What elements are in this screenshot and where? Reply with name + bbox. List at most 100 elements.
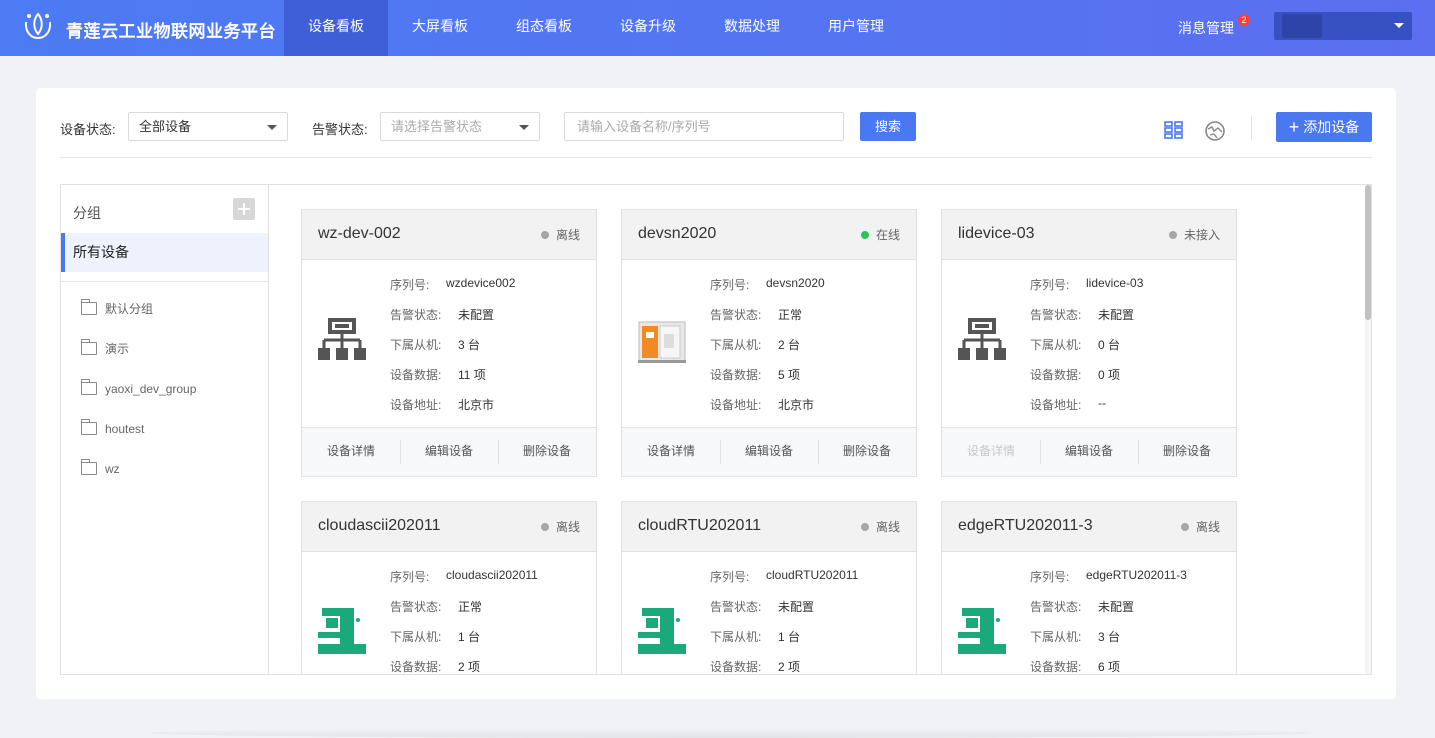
- nav-device-upgrade[interactable]: 设备升级: [596, 0, 700, 56]
- device-detail-button[interactable]: 设备详情: [302, 428, 400, 477]
- chevron-down-icon: [1394, 23, 1404, 28]
- device-detail-button[interactable]: 设备详情: [622, 428, 720, 477]
- device-status-label: 设备状态:: [60, 122, 116, 137]
- field-label-alarm: 告警状态:: [1030, 600, 1082, 614]
- alarm-status-placeholder: 请选择告警状态: [391, 119, 483, 134]
- field-value-serial: devsn2020: [766, 276, 825, 290]
- delete-device-button[interactable]: 删除设备: [498, 428, 596, 477]
- device-status-select[interactable]: 全部设备: [128, 112, 288, 141]
- status-text: 未接入: [1183, 228, 1220, 242]
- messages-link[interactable]: 消息管理: [1178, 18, 1234, 38]
- toolbar-divider: [1251, 116, 1252, 140]
- field-label-slaves: 下属从机:: [1030, 338, 1082, 352]
- device-card[interactable]: cloudascii202011 离线 序列号: cloudascii202011 告警…: [301, 501, 597, 674]
- device-status: 离线: [540, 226, 580, 243]
- cnc-machine-icon: [638, 316, 686, 364]
- sidebar-group-label: wz: [105, 462, 120, 476]
- device-card-header: cloudascii202011 离线: [302, 502, 596, 552]
- brand-title[interactable]: 青莲云工业物联网业务平台: [66, 17, 276, 42]
- field-value-alarm: 未配置: [458, 308, 495, 322]
- add-group-icon[interactable]: [233, 198, 255, 220]
- device-detail-button[interactable]: 设备详情: [942, 428, 1040, 477]
- device-name[interactable]: wz-dev-002: [318, 225, 401, 243]
- sidebar-group-label: 默认分组: [105, 302, 154, 316]
- field-value-data: 6 项: [1098, 660, 1121, 674]
- field-value-slaves: 2 台: [778, 338, 801, 352]
- folder-icon: [81, 419, 97, 435]
- caret-down-icon: [519, 125, 529, 130]
- device-name[interactable]: cloudRTU202011: [638, 517, 761, 535]
- field-label-data: 设备数据:: [1030, 660, 1082, 674]
- edit-device-button[interactable]: 编辑设备: [720, 428, 818, 477]
- status-dot: [540, 523, 549, 531]
- edit-device-button[interactable]: 编辑设备: [400, 428, 498, 477]
- folder-icon: [81, 379, 97, 395]
- device-name[interactable]: devsn2020: [638, 225, 716, 243]
- sidebar-group-label: houtest: [105, 422, 145, 436]
- device-card[interactable]: cloudRTU202011 离线 序列号: cloudRTU202011 告警状态: 未…: [621, 501, 917, 674]
- search-button[interactable]: 搜索: [860, 112, 916, 141]
- field-label-address: 设备地址:: [390, 398, 442, 412]
- map-view-icon[interactable]: [1204, 120, 1226, 142]
- field-label-data: 设备数据:: [390, 660, 442, 674]
- field-label-alarm: 告警状态:: [710, 600, 762, 614]
- press-machine-icon: [638, 608, 686, 656]
- press-machine-icon: [318, 608, 366, 656]
- device-status: 未接入: [1168, 226, 1220, 243]
- status-dot: [860, 523, 869, 531]
- field-label-data: 设备数据:: [710, 368, 762, 382]
- sidebar-group-label: 演示: [105, 342, 130, 356]
- device-status: 离线: [1180, 518, 1220, 535]
- device-name[interactable]: cloudascii202011: [318, 517, 440, 535]
- field-label-slaves: 下属从机:: [390, 630, 442, 644]
- nav-data-processing[interactable]: 数据处理: [700, 0, 804, 56]
- field-value-slaves: 1 台: [458, 630, 481, 644]
- nav-big-screen[interactable]: 大屏看板: [388, 0, 492, 56]
- field-label-serial: 序列号:: [710, 570, 750, 584]
- device-card[interactable]: edgeRTU202011-3 离线 序列号: edgeRTU202011-3 告警状态…: [941, 501, 1237, 674]
- edit-device-button[interactable]: 编辑设备: [1040, 428, 1138, 477]
- grid-view-icon[interactable]: [1164, 120, 1184, 140]
- nav-user-management[interactable]: 用户管理: [804, 0, 908, 56]
- device-status: 离线: [540, 518, 580, 535]
- status-text: 在线: [875, 228, 900, 242]
- field-value-data: 2 项: [778, 660, 801, 674]
- press-machine-icon: [958, 608, 1006, 656]
- device-panel: 设备状态: 全部设备 告警状态: 请选择告警状态 搜索 + 添加设备 分组 所有…: [36, 88, 1396, 699]
- field-label-alarm: 告警状态:: [390, 308, 442, 322]
- device-search-input[interactable]: [564, 112, 844, 141]
- field-value-slaves: 0 台: [1098, 338, 1121, 352]
- folder-icon: [81, 299, 97, 315]
- device-card[interactable]: lidevice-03 未接入 序列号: lidevice-03 告警状态: 未配置 下属从…: [941, 209, 1237, 477]
- device-card-actions: 设备详情 编辑设备 删除设备: [942, 427, 1236, 476]
- device-name[interactable]: edgeRTU202011-3: [958, 517, 1093, 535]
- add-device-button[interactable]: + 添加设备: [1276, 112, 1372, 142]
- device-card[interactable]: devsn2020 在线 序列号: devsn2020 告警状态: 正常 下属从机: 2 台设…: [621, 209, 917, 477]
- alarm-status-select[interactable]: 请选择告警状态: [380, 112, 540, 141]
- field-value-alarm: 正常: [778, 308, 803, 322]
- device-list-scrollbar[interactable]: [1365, 185, 1371, 674]
- scrollbar-thumb[interactable]: [1365, 185, 1371, 320]
- field-value-serial: cloudRTU202011: [766, 568, 859, 582]
- field-label-slaves: 下属从机:: [710, 338, 762, 352]
- nav-configuration[interactable]: 组态看板: [492, 0, 596, 56]
- delete-device-button[interactable]: 删除设备: [818, 428, 916, 477]
- device-card-header: lidevice-03 未接入: [942, 210, 1236, 260]
- field-value-data: 0 项: [1098, 368, 1121, 382]
- field-value-alarm: 未配置: [1098, 308, 1135, 322]
- delete-device-button[interactable]: 删除设备: [1138, 428, 1236, 477]
- field-value-alarm: 未配置: [1098, 600, 1135, 614]
- lotus-logo-icon[interactable]: [20, 10, 56, 44]
- device-card-actions: 设备详情 编辑设备 删除设备: [622, 427, 916, 476]
- device-card[interactable]: wz-dev-002 离线 序列号: wzdevice002 告警状态: 未配置 下属从机:…: [301, 209, 597, 477]
- field-value-data: 5 项: [778, 368, 801, 382]
- field-label-alarm: 告警状态:: [390, 600, 442, 614]
- nav-device-dashboard[interactable]: 设备看板: [284, 0, 388, 56]
- sidebar-item-all-devices[interactable]: 所有设备: [61, 233, 268, 272]
- field-label-serial: 序列号:: [1030, 278, 1070, 292]
- field-label-slaves: 下属从机:: [1030, 630, 1082, 644]
- add-device-label: 添加设备: [1303, 119, 1360, 135]
- user-menu-dropdown[interactable]: [1274, 12, 1412, 40]
- field-label-data: 设备数据:: [1030, 368, 1082, 382]
- device-name[interactable]: lidevice-03: [958, 225, 1034, 243]
